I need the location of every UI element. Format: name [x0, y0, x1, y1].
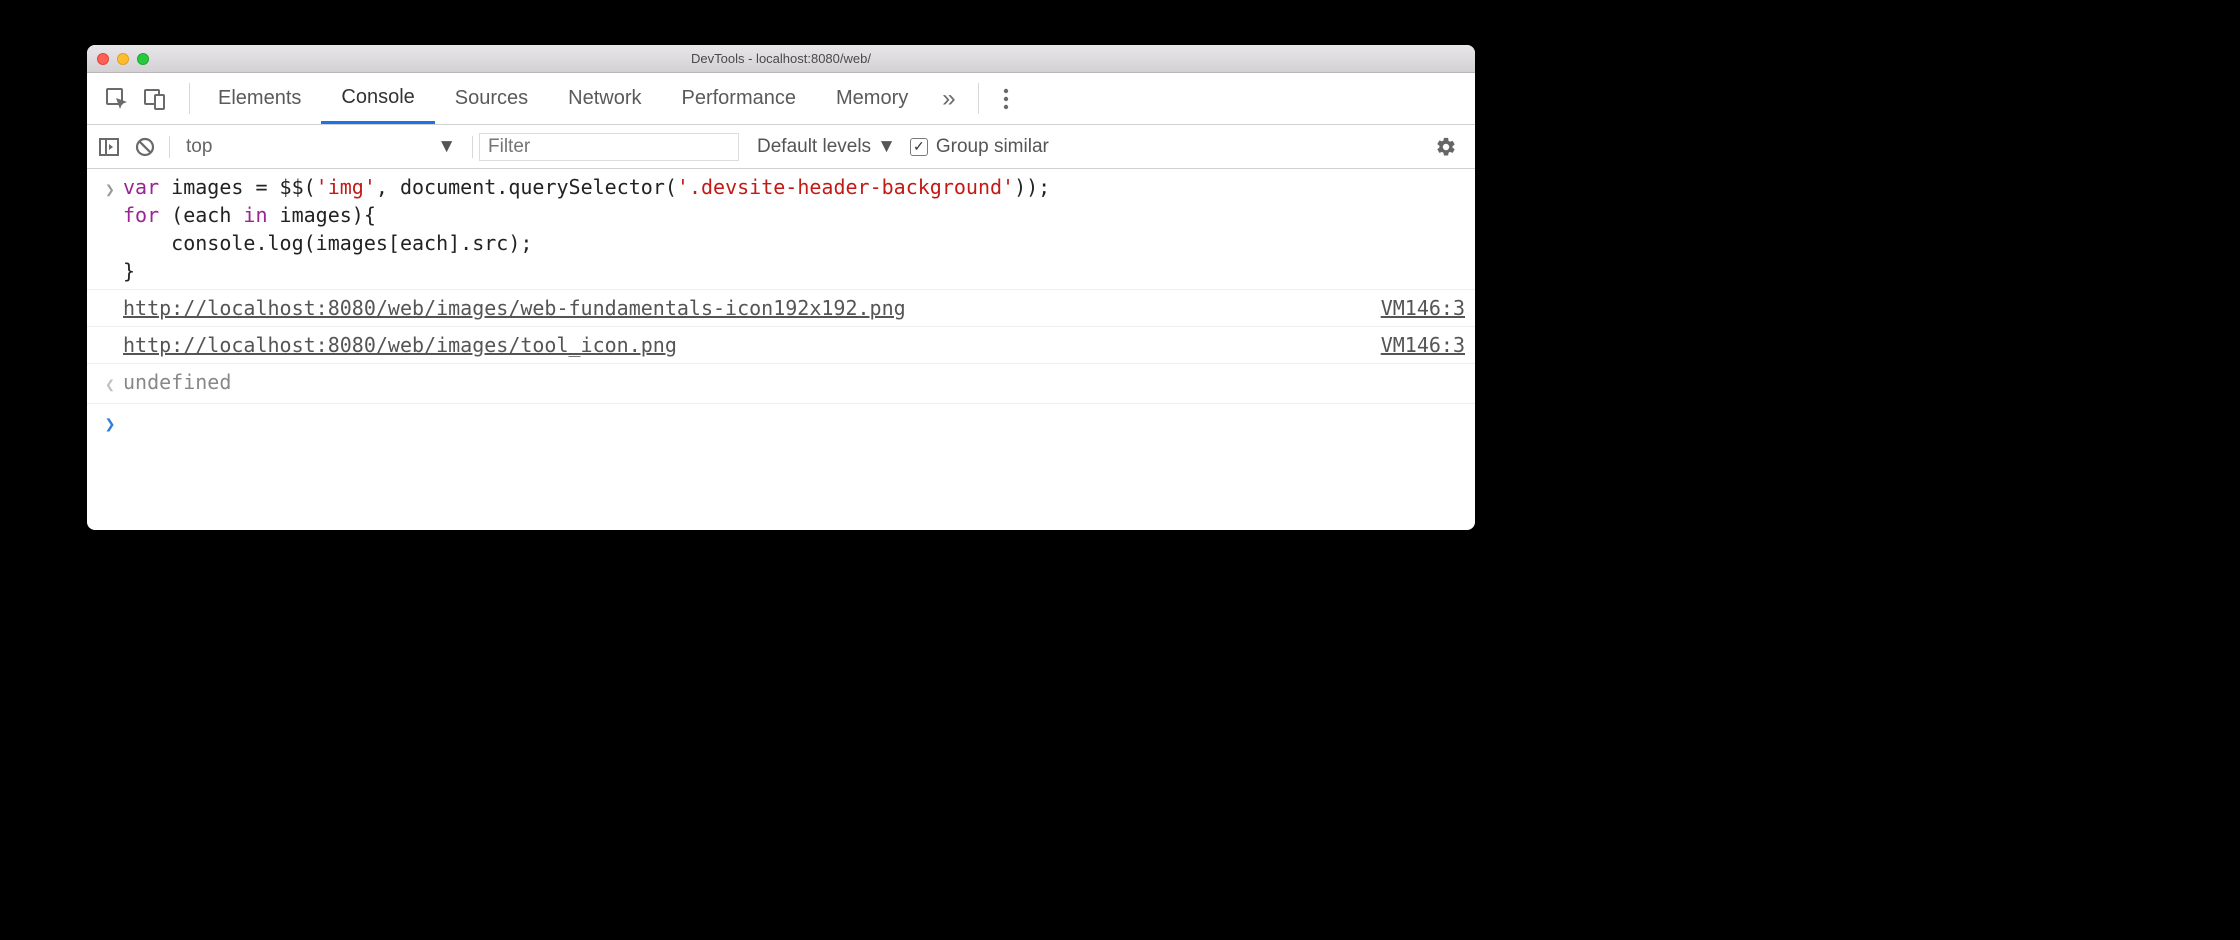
log-source-link[interactable]: VM146:3	[1357, 294, 1465, 322]
devtools-tabstrip: Elements Console Sources Network Perform…	[87, 73, 1475, 125]
devtools-window: DevTools - localhost:8080/web/	[87, 45, 1475, 530]
log-levels-label: Default levels	[757, 136, 871, 158]
window-title: DevTools - localhost:8080/web/	[87, 51, 1475, 66]
tab-console[interactable]: Console	[321, 73, 434, 124]
console-code[interactable]: var images = $$('img', document.querySel…	[123, 173, 1465, 285]
tabs-overflow-icon[interactable]: »	[928, 73, 969, 124]
minimize-button[interactable]	[117, 53, 129, 65]
console-result-row: ❮ undefined	[87, 364, 1475, 404]
prompt-chevron-icon: ❯	[105, 411, 116, 439]
tab-elements[interactable]: Elements	[198, 73, 321, 124]
dropdown-icon: ▼	[437, 136, 456, 158]
log-source-link[interactable]: VM146:3	[1357, 331, 1465, 359]
log-levels-selector[interactable]: Default levels ▼	[757, 136, 896, 158]
log-link[interactable]: http://localhost:8080/web/images/tool_ic…	[123, 333, 677, 357]
tab-sources[interactable]: Sources	[435, 73, 548, 124]
tab-network[interactable]: Network	[548, 73, 661, 124]
more-options-icon[interactable]	[987, 73, 1025, 124]
group-similar-label: Group similar	[936, 136, 1049, 158]
traffic-lights	[97, 53, 149, 65]
console-input-row: ❯ var images = $$('img', document.queryS…	[87, 169, 1475, 289]
checkbox-icon: ✓	[910, 138, 928, 156]
toggle-sidebar-icon[interactable]	[91, 129, 127, 165]
output-chevron-icon: ❮	[105, 371, 115, 399]
dropdown-icon: ▼	[877, 136, 896, 158]
console-log-row: http://localhost:8080/web/images/web-fun…	[87, 289, 1475, 327]
console-output[interactable]: ❯ var images = $$('img', document.queryS…	[87, 169, 1475, 530]
zoom-button[interactable]	[137, 53, 149, 65]
input-chevron-icon: ❯	[105, 176, 115, 204]
context-selector-value: top	[186, 136, 212, 158]
group-similar-toggle[interactable]: ✓ Group similar	[910, 136, 1049, 158]
console-log-row: http://localhost:8080/web/images/tool_ic…	[87, 327, 1475, 364]
log-link[interactable]: http://localhost:8080/web/images/web-fun…	[123, 296, 906, 320]
filter-input[interactable]	[479, 133, 739, 161]
console-prompt-input[interactable]	[123, 408, 1465, 439]
device-toolbar-icon[interactable]	[143, 87, 167, 111]
titlebar[interactable]: DevTools - localhost:8080/web/	[87, 45, 1475, 73]
close-button[interactable]	[97, 53, 109, 65]
tab-memory[interactable]: Memory	[816, 73, 928, 124]
tab-performance[interactable]: Performance	[662, 73, 817, 124]
clear-console-icon[interactable]	[127, 129, 163, 165]
context-selector[interactable]: top ▼	[176, 132, 466, 162]
console-settings-icon[interactable]	[1421, 136, 1471, 158]
console-prompt-row[interactable]: ❯	[87, 404, 1475, 443]
result-value: undefined	[123, 368, 231, 399]
console-toolbar: top ▼ Default levels ▼ ✓ Group similar	[87, 125, 1475, 169]
inspect-element-icon[interactable]	[105, 87, 129, 111]
